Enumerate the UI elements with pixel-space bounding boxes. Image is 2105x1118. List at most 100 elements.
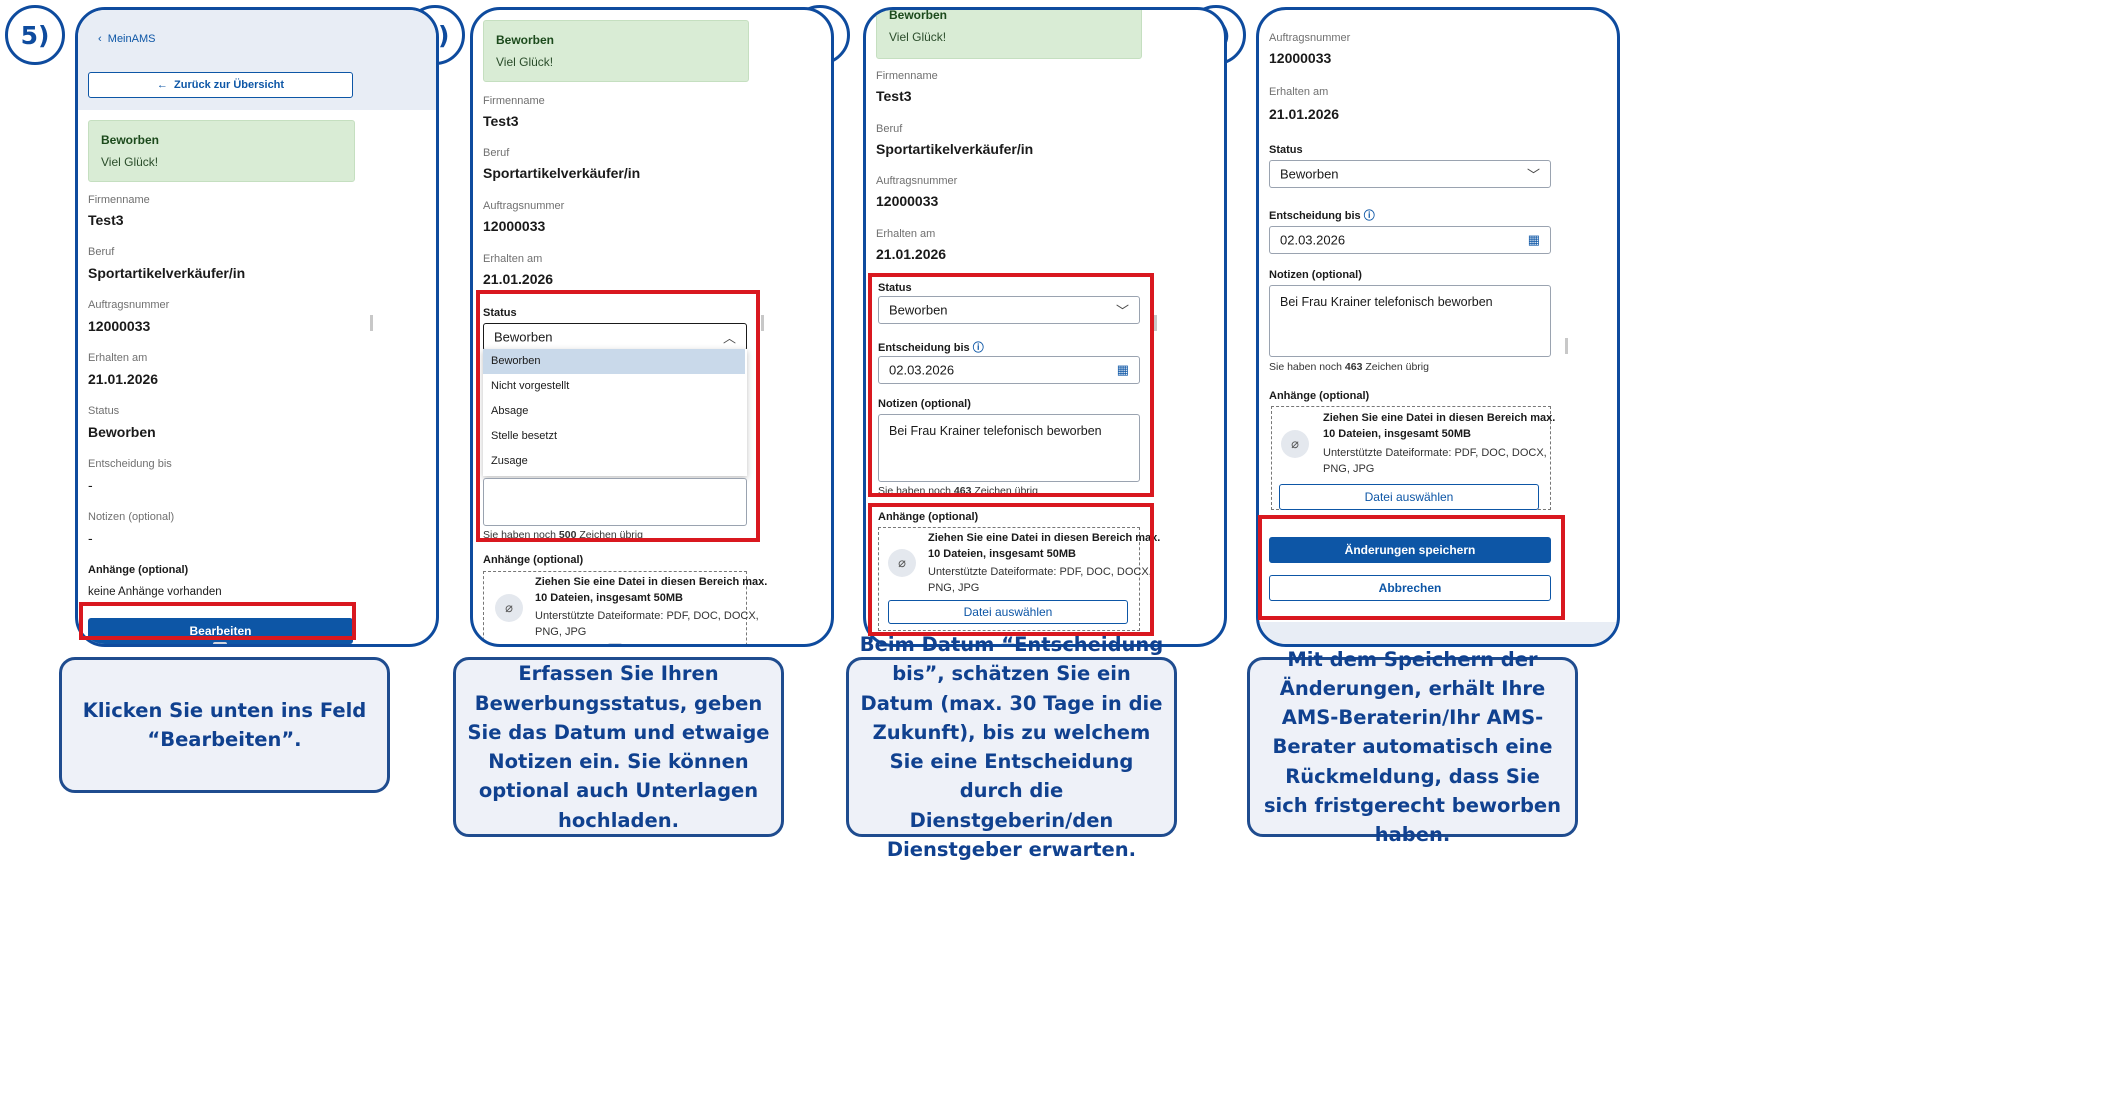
caption-step-6: Erfassen Sie Ihren Bewerbungsstatus, geb… (453, 657, 784, 837)
back-link[interactable]: ‹ MeinAMS (98, 33, 155, 45)
label-auftragsnummer: Auftragsnummer (876, 175, 958, 187)
characters-left-text: Sie haben noch 463 Zeichen übrig (1269, 361, 1429, 373)
info-icon: ⓘ (972, 342, 984, 354)
scrollbar[interactable] (1154, 315, 1157, 331)
calendar-icon[interactable]: ▦ (1117, 362, 1129, 378)
status-option-beworben[interactable]: Beworben (483, 349, 745, 374)
value-firmenname: Test3 (88, 212, 124, 228)
arrow-left-icon: ← (156, 79, 175, 91)
scroll-indicator (608, 643, 622, 644)
label-notizen: Notizen (optional) (88, 511, 175, 523)
banner-title: Beworben (889, 8, 948, 22)
decision-date-input[interactable]: 02.03.2026 ▦ (1269, 226, 1551, 254)
status-option-absage[interactable]: Absage (483, 399, 745, 424)
label-firmenname: Firmenname (876, 70, 938, 82)
value-entscheidung-bis: - (88, 477, 93, 493)
step-number-5: 5) (5, 5, 65, 65)
edit-button[interactable]: Bearbeiten (88, 618, 353, 644)
value-auftragsnummer: 12000033 (1269, 50, 1332, 66)
paperclip-icon: ⌀ (1281, 430, 1309, 458)
label-notizen: Notizen (optional) (878, 398, 971, 410)
dropzone-title-line2: 10 Dateien, insgesamt 50MB (928, 548, 1076, 560)
phone-screen-7: Beworben Viel Glück! Firmenname Test3 Be… (863, 7, 1227, 647)
label-status: Status (1269, 144, 1303, 156)
label-auftragsnummer: Auftragsnummer (1269, 32, 1351, 44)
label-entscheidung-bis: Entscheidung bis (88, 458, 172, 470)
characters-left-text: Sie haben noch 463 Zeichen übrig (878, 485, 1038, 497)
caption-step-8: Mit dem Speichern der Änderungen, erhält… (1247, 648, 1578, 846)
label-erhalten-am: Erhalten am (1269, 86, 1329, 98)
value-auftragsnummer: 12000033 (88, 318, 151, 334)
scrollbar[interactable] (1565, 338, 1568, 354)
banner-text: Viel Glück! (889, 30, 947, 44)
status-banner: Beworben Viel Glück! (88, 120, 355, 182)
dropzone-title-line1: Ziehen Sie eine Datei in diesen Bereich … (1323, 412, 1556, 424)
label-status: Status (483, 307, 517, 319)
status-option-zusage[interactable]: Zusage (483, 449, 745, 474)
characters-left-text: Sie haben noch 500 Zeichen übrig (483, 529, 643, 541)
value-auftragsnummer: 12000033 (876, 193, 939, 209)
banner-title: Beworben (101, 133, 160, 147)
phone-screen-6: Beworben Viel Glück! Firmenname Test3 Be… (470, 7, 834, 647)
notes-textarea[interactable]: Bei Frau Krainer telefonisch beworben (1269, 285, 1551, 357)
no-attachments-text: keine Anhänge vorhanden (88, 586, 222, 598)
caption-step-5: Klicken Sie unten ins Feld “Bearbeiten”. (59, 657, 390, 793)
status-select-value: Beworben (494, 329, 553, 345)
value-firmenname: Test3 (876, 88, 912, 104)
label-anhaenge: Anhänge (optional) (1269, 390, 1370, 402)
status-select-value: Beworben (1280, 166, 1339, 182)
status-select-value: Beworben (889, 302, 948, 318)
notes-textarea[interactable]: Bei Frau Krainer telefonisch beworben (878, 414, 1140, 482)
info-icon: ⓘ (1363, 210, 1375, 222)
value-beruf: Sportartikelverkäufer/in (483, 165, 641, 181)
footer-area (1259, 622, 1617, 644)
label-status: Status (88, 405, 120, 417)
label-status: Status (878, 282, 912, 294)
scroll-indicator (213, 642, 227, 644)
status-select[interactable]: Beworben ﹀ (878, 296, 1140, 324)
back-to-overview-button[interactable]: ← Zurück zur Übersicht (88, 72, 353, 98)
dropzone-title-line2: 10 Dateien, insgesamt 50MB (535, 592, 683, 604)
label-beruf: Beruf (88, 246, 115, 258)
label-entscheidung-bis: Entscheidung bis ⓘ (878, 342, 984, 354)
cancel-button[interactable]: Abbrechen (1269, 575, 1551, 601)
value-erhalten-am: 21.01.2026 (1269, 106, 1340, 122)
chevron-down-icon: ﹀ (1115, 303, 1129, 319)
label-erhalten-am: Erhalten am (876, 228, 936, 240)
decision-date-value: 02.03.2026 (889, 362, 955, 378)
value-notizen: - (88, 530, 93, 546)
label-auftragsnummer: Auftragsnummer (88, 299, 170, 311)
status-option-stelle-besetzt[interactable]: Stelle besetzt (483, 424, 745, 449)
status-banner: Beworben Viel Glück! (876, 8, 1142, 59)
dropzone-formats-line1: Unterstützte Dateiformate: PDF, DOC, DOC… (928, 566, 1152, 578)
phone-screen-8: Auftragsnummer 12000033 Erhalten am 21.0… (1256, 7, 1620, 647)
status-select[interactable]: Beworben ︿ (483, 323, 747, 351)
label-anhaenge: Anhänge (optional) (483, 554, 584, 566)
save-changes-button[interactable]: Änderungen speichern (1269, 537, 1551, 563)
label-firmenname: Firmenname (483, 95, 545, 107)
scrollbar[interactable] (761, 315, 764, 331)
value-erhalten-am: 21.01.2026 (876, 246, 947, 262)
value-erhalten-am: 21.01.2026 (88, 371, 159, 387)
label-firmenname: Firmenname (88, 194, 150, 206)
paperclip-icon: ⌀ (888, 549, 916, 577)
notes-text: Bei Frau Krainer telefonisch beworben (889, 424, 1102, 438)
scrollbar[interactable] (370, 315, 373, 331)
select-file-button[interactable]: Datei auswählen (1279, 484, 1539, 510)
chevron-up-icon: ︿ (722, 330, 736, 346)
notes-textarea[interactable] (483, 478, 747, 526)
label-erhalten-am: Erhalten am (88, 352, 148, 364)
label-entscheidung-bis: Entscheidung bis ⓘ (1269, 210, 1375, 222)
status-select[interactable]: Beworben ﹀ (1269, 160, 1551, 188)
select-file-button[interactable]: Datei auswählen (888, 600, 1128, 624)
decision-date-input[interactable]: 02.03.2026 ▦ (878, 356, 1140, 384)
calendar-icon[interactable]: ▦ (1528, 232, 1540, 248)
label-auftragsnummer: Auftragsnummer (483, 200, 565, 212)
chevron-down-icon: ﹀ (1526, 167, 1540, 183)
value-beruf: Sportartikelverkäufer/in (88, 265, 246, 281)
dropzone-title-line2: 10 Dateien, insgesamt 50MB (1323, 428, 1471, 440)
banner-title: Beworben (496, 33, 555, 47)
status-option-nicht-vorgestellt[interactable]: Nicht vorgestellt (483, 374, 745, 399)
status-dropdown-menu: Beworben Nicht vorgestellt Absage Stelle… (483, 349, 747, 476)
value-auftragsnummer: 12000033 (483, 218, 546, 234)
